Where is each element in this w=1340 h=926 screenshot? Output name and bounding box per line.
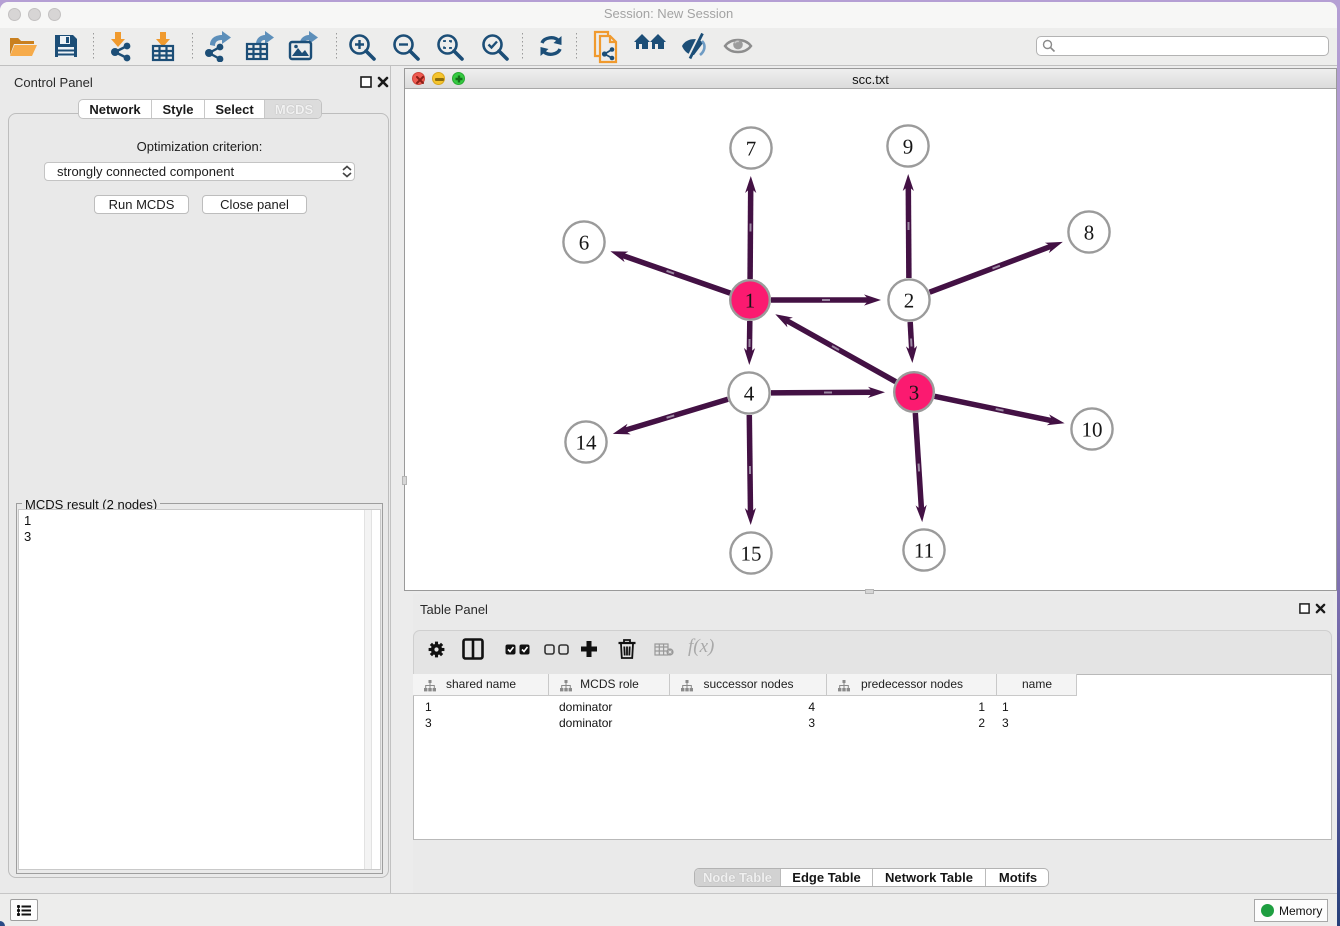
svg-text:14: 14 xyxy=(576,431,598,455)
svg-text:1: 1 xyxy=(745,289,756,313)
svg-text:7: 7 xyxy=(746,137,757,161)
svg-text:2: 2 xyxy=(904,289,915,313)
svg-text:15: 15 xyxy=(741,542,762,566)
svg-text:3: 3 xyxy=(909,381,920,405)
svg-text:8: 8 xyxy=(1084,221,1095,245)
svg-text:4: 4 xyxy=(744,382,755,406)
svg-text:11: 11 xyxy=(914,539,934,563)
svg-text:9: 9 xyxy=(903,135,914,159)
svg-text:10: 10 xyxy=(1082,418,1103,442)
svg-text:6: 6 xyxy=(579,231,590,255)
